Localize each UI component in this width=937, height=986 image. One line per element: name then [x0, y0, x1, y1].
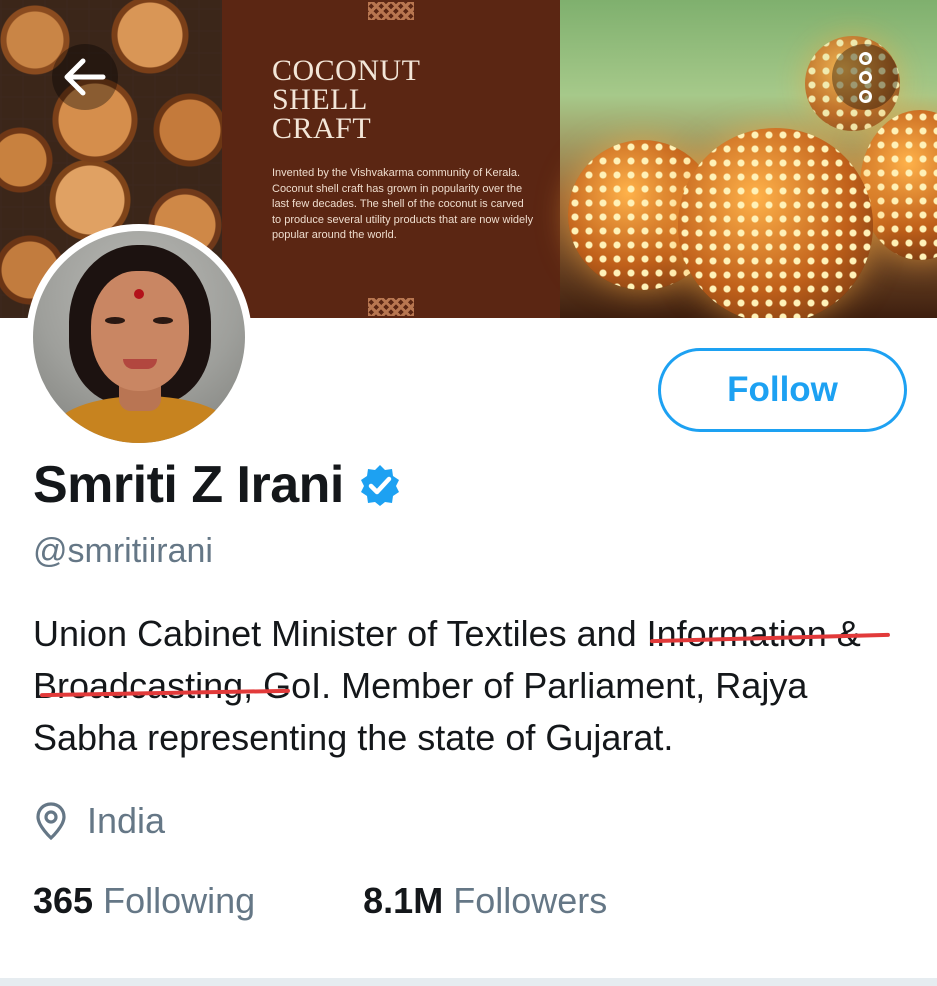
profile-bio: Union Cabinet Minister of Textiles and I… — [33, 613, 861, 758]
following-link[interactable]: 365 Following — [33, 880, 255, 922]
profile-handle: @smritiirani — [33, 532, 213, 570]
verified-badge-icon — [360, 465, 399, 506]
banner-title: COCONUT SHELL CRAFT — [272, 54, 421, 145]
profile-name-row: Smriti Z Irani — [33, 455, 402, 515]
profile-location: India — [33, 800, 165, 842]
followers-count: 8.1M — [363, 880, 444, 921]
banner-text-panel: COCONUT SHELL CRAFT Invented by the Vish… — [222, 0, 560, 318]
location-pin-icon — [36, 802, 66, 841]
followers-label: Followers — [453, 880, 608, 921]
back-button[interactable] — [52, 44, 118, 110]
back-arrow-icon — [64, 58, 106, 96]
more-options-button[interactable] — [832, 44, 898, 110]
section-divider — [0, 978, 937, 986]
following-count: 365 — [33, 880, 94, 921]
avatar[interactable] — [26, 224, 252, 450]
avatar-image — [33, 231, 245, 443]
banner-pattern-bottom — [368, 298, 414, 316]
followers-link[interactable]: 8.1M Followers — [363, 880, 607, 922]
banner-description: Invented by the Vishvakarma community of… — [272, 167, 534, 241]
banner-pattern-top — [368, 2, 414, 20]
display-name: Smriti Z Irani — [33, 456, 344, 514]
more-vertical-icon — [858, 51, 872, 103]
profile-stats: 365 Following 8.1M Followers — [33, 880, 607, 922]
follow-button[interactable]: Follow — [658, 348, 907, 432]
location-text: India — [87, 800, 166, 841]
following-label: Following — [103, 880, 256, 921]
